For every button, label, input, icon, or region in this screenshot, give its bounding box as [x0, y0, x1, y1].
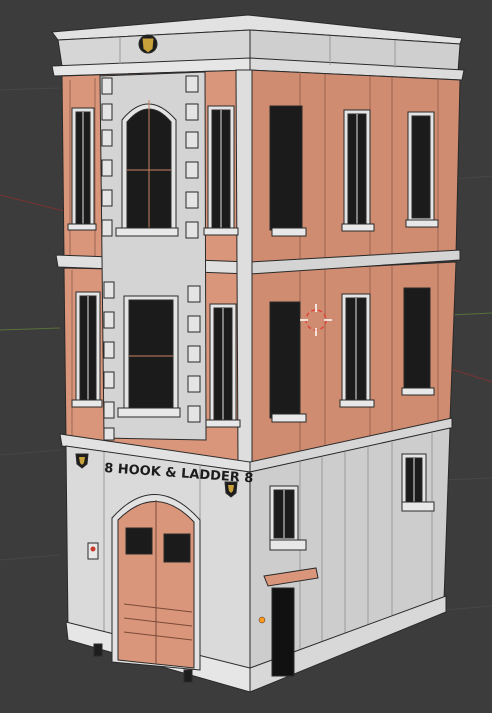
- crest-emblem-icon: [138, 34, 158, 54]
- window-top-side-1: [269, 105, 307, 237]
- y-axis-line: [0, 327, 61, 331]
- garage-door: [111, 494, 201, 671]
- fire-alarm-box-icon: [87, 542, 99, 560]
- window-top-side-2: [341, 109, 375, 232]
- origin-dot-icon[interactable]: [258, 616, 266, 624]
- post-left: [93, 643, 103, 657]
- window-arched-top: [115, 100, 179, 237]
- window-mid-side-2: [339, 293, 375, 408]
- window-mid-side-3: [401, 287, 435, 396]
- window-top-center: [203, 105, 239, 236]
- y-axis-line-right: [449, 312, 492, 316]
- window-mid-center: [205, 303, 241, 428]
- firehouse-model[interactable]: 8 HOOK & LADDER 8: [51, 14, 465, 693]
- window-mid-left: [71, 291, 103, 408]
- window-top-side-3: [405, 111, 439, 228]
- window-top-left: [67, 107, 97, 231]
- 3d-viewport[interactable]: 8 HOOK & LADDER 8: [0, 0, 492, 713]
- post-right: [183, 669, 193, 683]
- viewport-canvas[interactable]: 8 HOOK & LADDER 8: [0, 0, 492, 713]
- stone-corner-pilaster: [235, 69, 253, 466]
- window-mid-pilaster: [117, 295, 181, 418]
